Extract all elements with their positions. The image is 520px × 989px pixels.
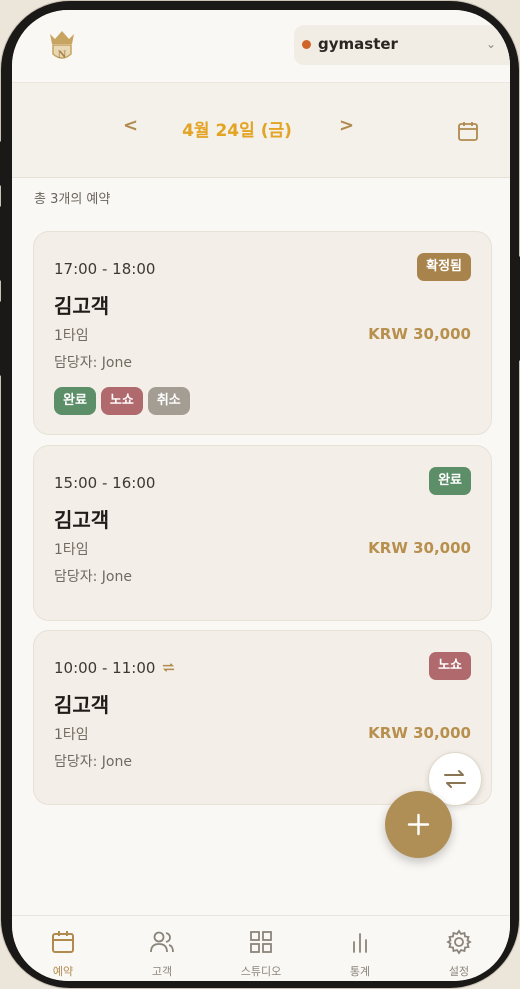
cancel-booking-button[interactable]: 취소 [147, 387, 190, 415]
chevron-down-icon: ⌄ [486, 37, 497, 51]
status-dot [302, 40, 311, 49]
booking-time-text: 10:00 - 11:00 [54, 659, 156, 677]
nav-item-stats[interactable]: 통계 [310, 916, 410, 981]
nav-item-settings[interactable]: 설정 [409, 916, 509, 981]
crown-n-logo: N [50, 31, 74, 61]
date-title[interactable]: 4월 24일 (금) [12, 116, 462, 141]
session-type: 1타임 [54, 542, 89, 558]
booking-price: KRW 30,000 [368, 539, 471, 557]
phone-side-button [515, 256, 520, 361]
bar-chart-icon [353, 933, 367, 953]
bottom-navigation: 예약 고객 스튜디오 통계 설정 [12, 915, 510, 981]
mark-noshow-button[interactable]: 노쇼 [100, 387, 143, 415]
booking-card[interactable]: 15:00 - 16:00 완료 김고객 1타임 KRW 30,000 담당자:… [33, 445, 492, 621]
booking-card[interactable]: 17:00 - 18:00 확정됨 김고객 1타임 KRW 30,000 담당자… [33, 231, 492, 435]
nav-label: 스튜디오 [240, 965, 282, 978]
date-label: 4월 24일 (금) [182, 121, 292, 141]
booking-time: 17:00 - 18:00 [54, 260, 156, 278]
status-badge: 확정됨 [417, 253, 471, 281]
phone-frame: N gymaster ⌄ < 4월 24일 (금) > 총 3개의 예약 17:… [0, 0, 520, 989]
customer-name: 김고객 [54, 693, 110, 717]
phone-side-button [0, 301, 5, 376]
booking-price: KRW 30,000 [368, 325, 471, 343]
plus-icon [407, 813, 430, 836]
status-badge: 노쇼 [429, 652, 471, 680]
nav-label: 통계 [349, 965, 371, 978]
session-type: 1타임 [54, 727, 89, 743]
customer-name: 김고객 [54, 508, 110, 532]
next-day-button[interactable]: > [339, 115, 354, 136]
booking-time: 15:00 - 16:00 [54, 474, 156, 492]
svg-text:N: N [58, 47, 67, 61]
phone-side-button [0, 206, 5, 281]
repeat-icon [163, 663, 175, 672]
staff-name: 담당자: Jone [54, 355, 132, 371]
booking-actions: 완료 노쇼 취소 [54, 387, 190, 415]
nav-item-booking[interactable]: 예약 [13, 916, 113, 981]
customer-name: 김고객 [54, 294, 110, 318]
add-booking-button[interactable] [385, 791, 452, 858]
booking-count: 총 3개의 예약 [34, 192, 111, 207]
staff-name: 담당자: Jone [54, 754, 132, 770]
booking-price: KRW 30,000 [368, 724, 471, 742]
staff-name: 담당자: Jone [54, 569, 132, 585]
nav-label: 설정 [448, 965, 470, 978]
top-bar: N gymaster ⌄ [12, 10, 510, 82]
nav-label: 고객 [151, 965, 173, 978]
workspace-selector[interactable]: gymaster ⌄ [294, 25, 510, 65]
app-screen: N gymaster ⌄ < 4월 24일 (금) > 총 3개의 예약 17:… [12, 10, 510, 981]
calendar-icon[interactable] [456, 119, 480, 143]
booking-time: 10:00 - 11:00 [54, 659, 176, 677]
grid-icon [250, 931, 272, 953]
nav-item-customers[interactable]: 고객 [112, 916, 212, 981]
users-icon [150, 931, 174, 953]
date-navigation: < 4월 24일 (금) > [12, 82, 510, 178]
workspace-name: gymaster [318, 35, 398, 53]
gear-icon [446, 929, 472, 955]
booking-card[interactable]: 10:00 - 11:00 노쇼 김고객 1타임 KRW 30,000 담당자:… [33, 630, 492, 805]
session-type: 1타임 [54, 328, 89, 344]
nav-label: 예약 [52, 965, 74, 978]
status-badge: 완료 [429, 467, 471, 495]
phone-side-button [0, 141, 5, 186]
nav-item-studio[interactable]: 스튜디오 [211, 916, 311, 981]
calendar-icon [52, 931, 74, 953]
mark-done-button[interactable]: 완료 [54, 387, 96, 415]
